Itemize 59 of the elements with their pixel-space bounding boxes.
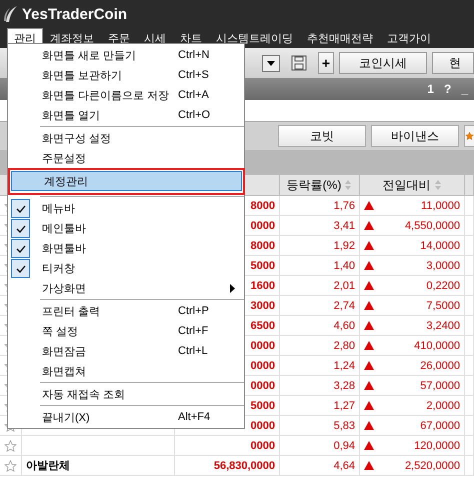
menu-item-label: 화면틀 다른이름으로 저장 [42,88,170,102]
table-cell: 1,92 [280,236,360,256]
header-label: 전일대비 [382,176,430,194]
shortcut-label: Ctrl+F [178,325,210,337]
change-value: 7,5000 [426,300,460,312]
menu-item-label: 프린터 출력 [42,304,102,318]
menu-item-label: 가상화면 [42,282,87,296]
change-value: 26,0000 [420,360,460,372]
table-cell: 0000 [175,436,280,456]
shortcut-label: Ctrl+O [178,109,212,121]
menu-item-label: 화면구성 설정 [42,132,112,146]
change-value: 120,0000 [414,440,460,452]
table-cell: 3,41 [280,216,360,236]
shortcut-label: Ctrl+P [178,305,210,317]
header-label: 등락률(%) [286,176,342,194]
menu-item-label: 주문설정 [42,152,87,166]
change-value: 2,0000 [426,400,460,412]
change-value: 67,0000 [420,420,460,432]
menu-item-label: 자동 재접속 조회 [42,388,126,402]
table-cell: 1,27 [280,396,360,416]
shortcut-label: Ctrl+A [178,89,210,101]
shortcut-label: Ctrl+S [178,69,210,81]
change-value: 14,0000 [420,240,460,252]
window-title: YesTraderCoin [22,6,128,22]
table-cell: 1,40 [280,256,360,276]
table-cell: 5,83 [280,416,360,436]
table-cell: 아발란체 [22,456,175,476]
menu-item-label: 화면캡쳐 [42,364,87,378]
menu-item-label: 화면툴바 [42,242,87,256]
change-value: 2,520,0000 [404,460,460,472]
menu-item-label: 메인툴바 [42,222,87,236]
table-cell: 1,24 [280,356,360,376]
change-value: 11,0000 [421,200,460,212]
change-value: 57,0000 [420,380,460,392]
menu-item-label: 계정관리 [44,174,89,188]
table-cell: 2,74 [280,296,360,316]
change-value: 3,2400 [426,320,460,332]
menu-item-label: 쪽 설정 [42,324,80,338]
table-cell: 2,80 [280,336,360,356]
menu-item-label: 화면틀 보관하기 [42,68,124,82]
menu-item-label: 화면틀 열기 [42,108,102,122]
table-cell: 2,01 [280,276,360,296]
shortcut-label: Ctrl+L [178,345,209,357]
change-value: 4,550,0000 [404,220,460,232]
menu-item-label: 화면틀 새로 만들기 [42,48,138,62]
table-cell: 4,60 [280,316,360,336]
menu-item-label: 끝내기(X) [42,410,91,424]
change-value: 0,2200 [426,280,460,292]
shortcut-label: Ctrl+N [178,49,210,61]
table-cell: 4,64 [280,456,360,476]
menu-item-label: 화면잠금 [42,344,87,358]
table-cell: 1,76 [280,196,360,216]
menu-item-label: 메뉴바 [42,202,76,216]
table-cell: 3,28 [280,376,360,396]
table-cell: 0,94 [280,436,360,456]
table-cell: 56,830,0000 [175,456,280,476]
change-value: 3,0000 [426,260,460,272]
change-value: 410,0000 [414,340,460,352]
menu-item-label: 티커창 [42,262,76,276]
